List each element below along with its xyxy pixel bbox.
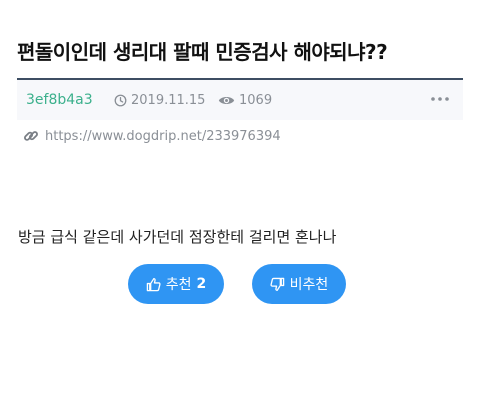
source-link[interactable]: https://www.dogdrip.net/233976394	[23, 128, 281, 144]
link-icon	[24, 131, 38, 141]
view-count: 1069	[218, 93, 272, 108]
downvote-label: 비추천	[289, 277, 329, 293]
upvote-label: 추천	[165, 277, 192, 293]
thumbs-up-icon	[146, 277, 161, 291]
post-date: 2019.11.15	[114, 93, 205, 108]
upvote-button[interactable]: 추천 2	[128, 264, 224, 304]
upvote-count: 2	[196, 276, 207, 292]
more-dots-icon	[431, 97, 449, 101]
post-title: 편돌이인데 생리대 팔때 민증검사 해야되냐??	[17, 40, 388, 64]
downvote-button[interactable]: 비추천	[252, 264, 346, 304]
more-options-button[interactable]	[429, 90, 451, 108]
author-name[interactable]: 3ef8b4a3	[26, 92, 93, 108]
post-content: 방금 급식 같은데 사가던데 점장한테 걸리면 혼나나	[18, 228, 337, 246]
post-date-text: 2019.11.15	[131, 93, 206, 108]
eye-icon	[218, 96, 235, 105]
clock-icon	[114, 94, 127, 107]
thumbs-down-icon	[270, 277, 284, 291]
view-count-text: 1069	[239, 93, 273, 108]
source-url[interactable]: https://www.dogdrip.net/233976394	[45, 129, 281, 144]
post-meta-bar: 3ef8b4a3 2019.11.15 1069	[17, 78, 463, 120]
